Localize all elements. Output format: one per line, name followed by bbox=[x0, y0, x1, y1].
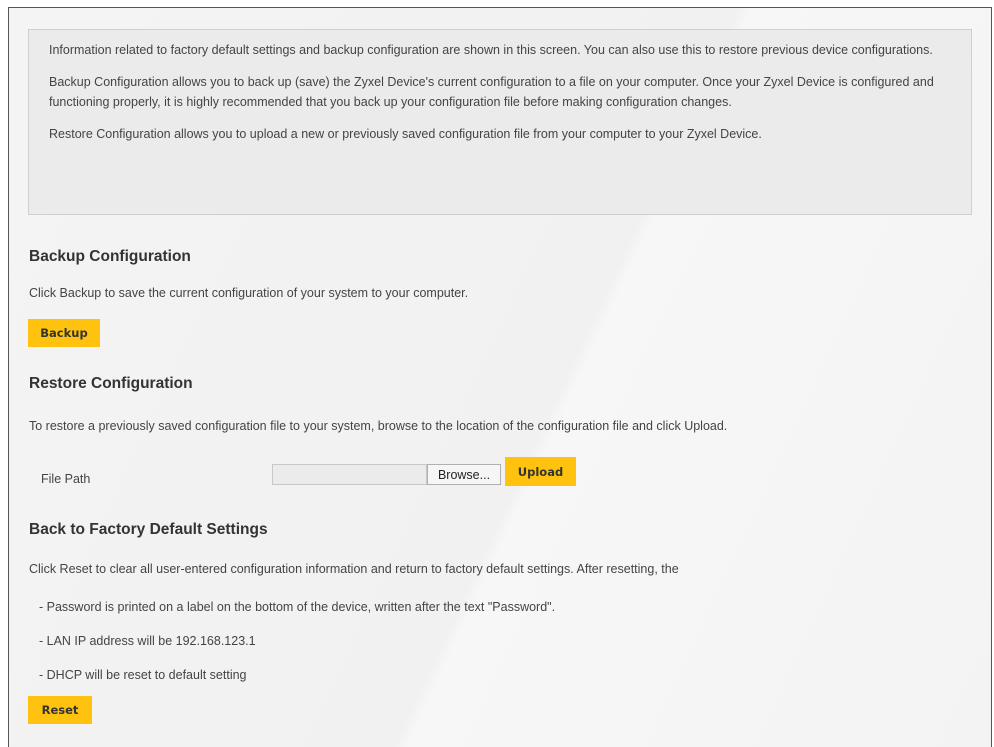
browse-button[interactable]: Browse... bbox=[427, 464, 501, 485]
info-box: Information related to factory default s… bbox=[28, 29, 972, 215]
info-paragraph-2: Backup Configuration allows you to back … bbox=[49, 75, 934, 109]
info-paragraph-3: Restore Configuration allows you to uplo… bbox=[49, 127, 762, 141]
maintenance-backup-restore-panel: Information related to factory default s… bbox=[8, 7, 992, 747]
info-paragraph-1: Information related to factory default s… bbox=[49, 43, 933, 57]
factory-reset-section-title: Back to Factory Default Settings bbox=[29, 521, 268, 538]
factory-reset-description: Click Reset to clear all user-entered co… bbox=[29, 562, 679, 576]
backup-button[interactable]: Backup bbox=[28, 319, 100, 347]
file-path-input[interactable] bbox=[272, 464, 427, 485]
factory-reset-note-password: - Password is printed on a label on the … bbox=[39, 600, 556, 614]
backup-section-title: Backup Configuration bbox=[29, 248, 191, 265]
restore-description: To restore a previously saved configurat… bbox=[29, 419, 728, 433]
factory-reset-note-lan-ip: - LAN IP address will be 192.168.123.1 bbox=[39, 634, 256, 648]
file-path-label: File Path bbox=[41, 472, 91, 486]
upload-button[interactable]: Upload bbox=[505, 457, 576, 486]
reset-button[interactable]: Reset bbox=[28, 696, 92, 724]
factory-reset-note-dhcp: - DHCP will be reset to default setting bbox=[39, 668, 247, 682]
backup-description: Click Backup to save the current configu… bbox=[29, 286, 469, 300]
restore-section-title: Restore Configuration bbox=[29, 375, 193, 392]
